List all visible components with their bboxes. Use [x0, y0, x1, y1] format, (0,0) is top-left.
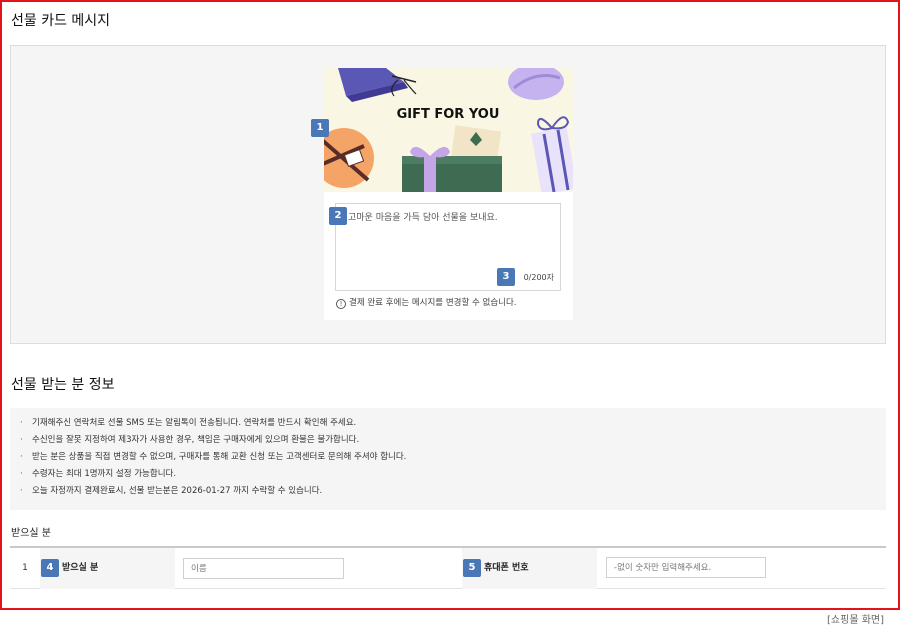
message-notice: ! 결제 완료 후에는 메시지를 변경할 수 없습니다. [336, 296, 517, 309]
phone-input[interactable] [606, 557, 766, 578]
phone-label-cell: 휴대폰 번호 [462, 548, 597, 589]
recipient-table: 1 받으실 분 휴대폰 번호 [10, 546, 886, 589]
guide-item: 기재해주신 연락처로 선물 SMS 또는 알림톡이 전송됩니다. 연락처를 반드… [20, 416, 886, 433]
screen-caption: [쇼핑몰 화면] [827, 615, 884, 626]
char-counter: 0/200자 [523, 273, 554, 282]
callout-badge-4: 4 [41, 559, 59, 577]
guide-item: 오늘 자정까지 결제완료시, 선물 받는분은 2026-01-27 까지 수락할… [20, 484, 886, 501]
card-image-text: GIFT FOR YOU [397, 107, 500, 122]
recipient-subtitle: 받으실 분 [11, 528, 51, 539]
info-circle-icon: ! [336, 299, 346, 309]
gift-card-image[interactable]: GIFT FOR YOU [324, 68, 573, 192]
callout-badge-3: 3 [497, 268, 515, 286]
guide-item: 수령자는 최대 1명까지 설정 가능합니다. [20, 467, 886, 484]
row-index: 1 [22, 563, 28, 573]
message-input[interactable] [348, 210, 548, 270]
guide-item: 수신인을 잘못 지정하여 제3자가 사용한 경우, 책임은 구매자에게 있으며 … [20, 433, 886, 450]
name-input[interactable] [183, 558, 344, 579]
guide-box: 기재해주신 연락처로 선물 SMS 또는 알림톡이 전송됩니다. 연락처를 반드… [10, 408, 886, 510]
name-label-cell: 받으실 분 [40, 548, 175, 589]
card-section-title: 선물 카드 메시지 [11, 13, 111, 29]
callout-badge-1: 1 [311, 119, 329, 137]
guide-item: 받는 분은 상품을 직접 변경할 수 없으며, 구매자를 통해 교환 신청 또는… [20, 450, 886, 467]
message-box: 0/200자 [335, 203, 561, 291]
recipient-section-title: 선물 받는 분 정보 [11, 377, 115, 393]
callout-badge-2: 2 [329, 207, 347, 225]
name-label: 받으실 분 [62, 563, 99, 573]
phone-label: 휴대폰 번호 [484, 563, 529, 573]
notice-text: 결제 완료 후에는 메시지를 변경할 수 없습니다. [349, 298, 517, 308]
callout-badge-5: 5 [463, 559, 481, 577]
gift-card: GIFT FOR YOU 0/200자 !결제 완료 후에는 메시지를 변경할 … [324, 68, 573, 320]
